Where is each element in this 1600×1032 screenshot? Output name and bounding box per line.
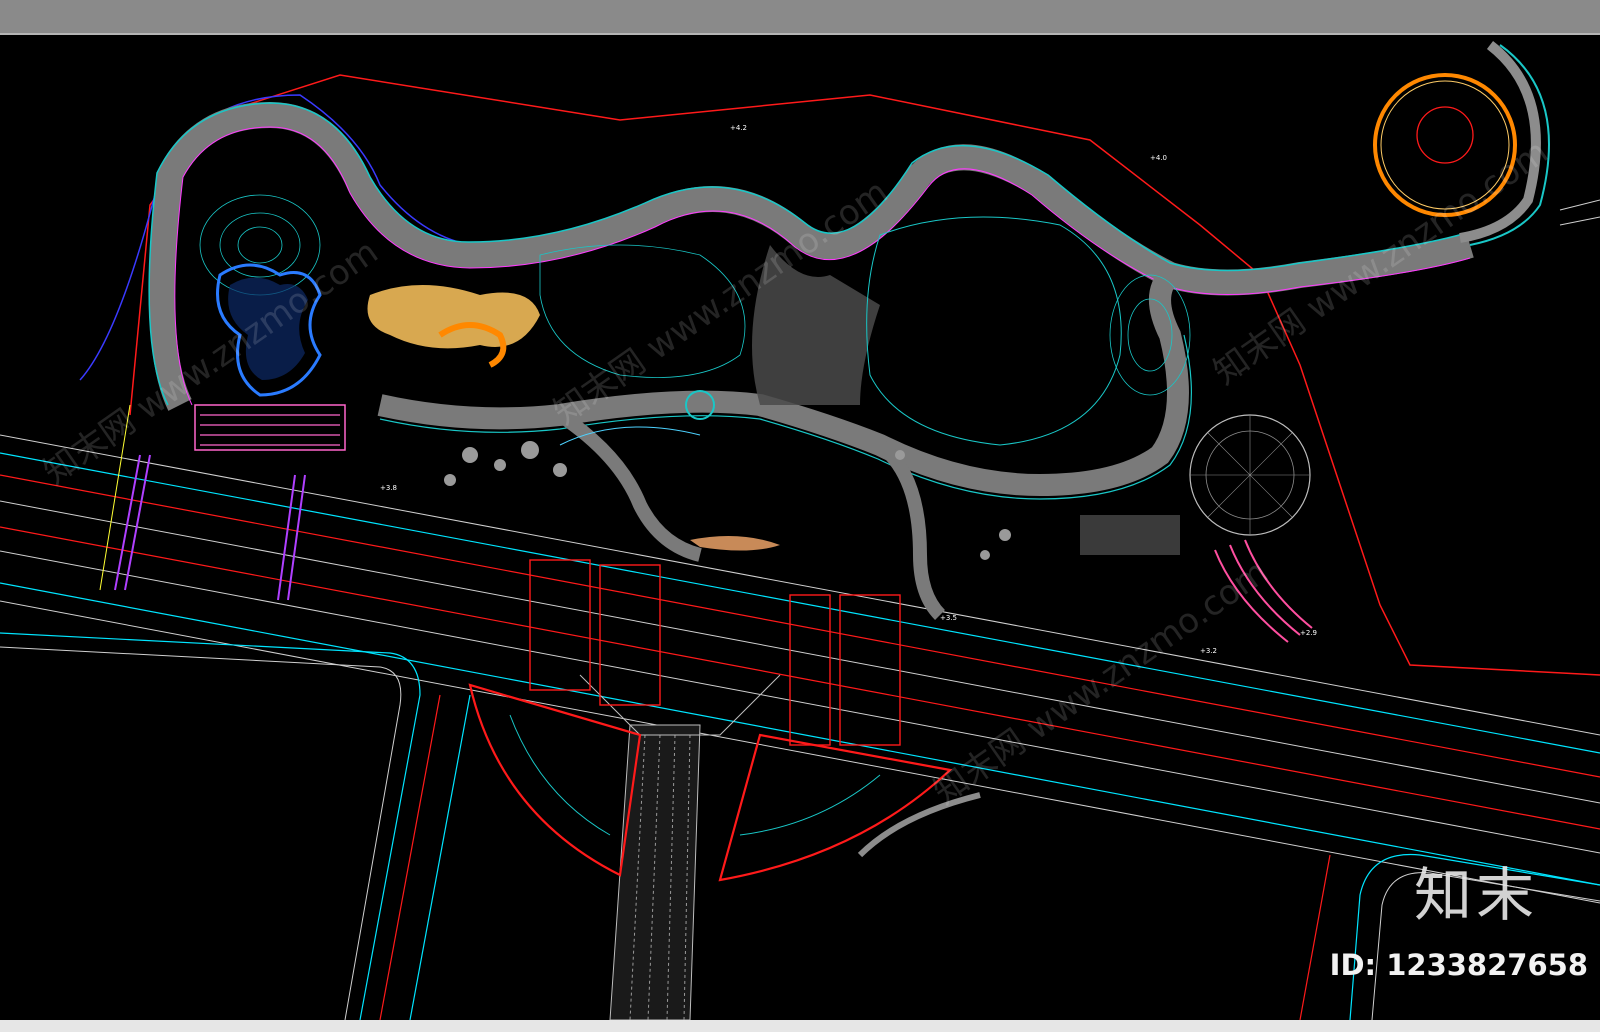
main-road (0, 434, 1600, 904)
watermark-id: ID: 1233827658 (1329, 948, 1588, 982)
svg-text:+3.5: +3.5 (940, 614, 957, 622)
parking-area-left (194, 404, 346, 451)
site-plan-drawing: +3.8 +3.2 +3.5 +4.2 +4.0 +2.9 (0, 41, 1600, 1021)
cad-drawing-canvas[interactable]: +3.8 +3.2 +3.5 +4.2 +4.0 +2.9 知末网 www.zn… (0, 35, 1600, 1021)
entrance-plazas (468, 683, 981, 882)
circle-plaza (1189, 414, 1311, 536)
sand-plaza (367, 285, 540, 349)
lake-outline (866, 216, 1122, 446)
svg-text:+4.0: +4.0 (1150, 154, 1167, 162)
svg-text:+2.9: +2.9 (1300, 629, 1317, 637)
window-title-bar (0, 0, 1600, 35)
svg-text:+4.2: +4.2 (730, 124, 747, 132)
watermark-logo: 知末 (1413, 861, 1538, 929)
svg-text:+3.2: +3.2 (1200, 647, 1217, 655)
svg-text:+3.8: +3.8 (380, 484, 397, 492)
mound (690, 536, 780, 551)
status-bar (0, 1020, 1600, 1032)
gates (529, 559, 901, 746)
service-building (1080, 515, 1180, 555)
